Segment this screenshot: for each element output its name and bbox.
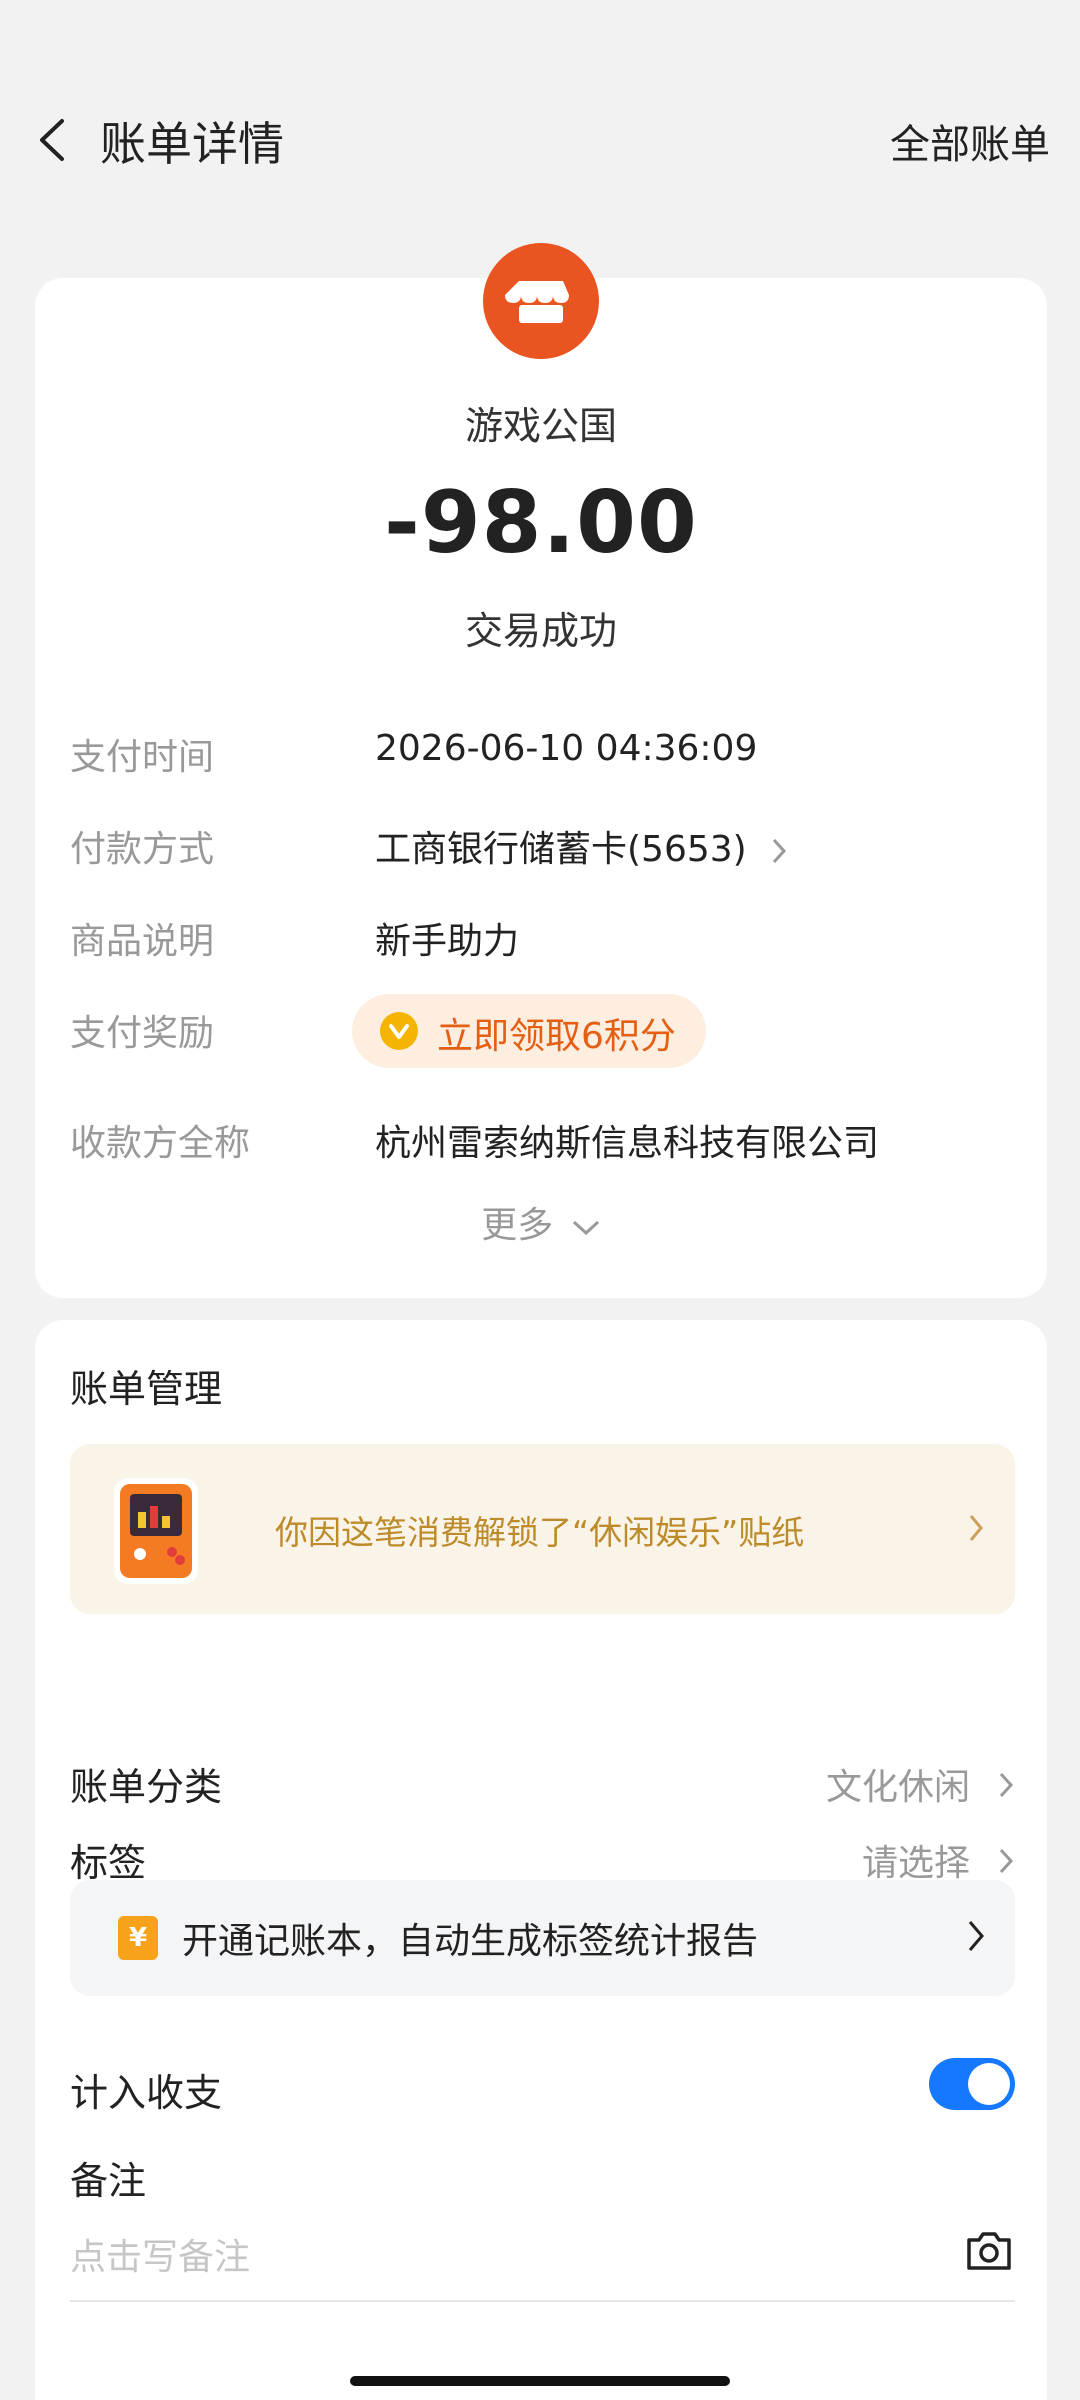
detail-label: 支付奖励 bbox=[70, 1013, 215, 1054]
category-value: 文化休闲 bbox=[825, 1767, 970, 1808]
game-console-sticker-icon bbox=[114, 1478, 198, 1584]
storefront-icon bbox=[483, 243, 599, 359]
detail-label: 商品说明 bbox=[70, 921, 215, 962]
section-title: 账单管理 bbox=[70, 1367, 223, 1411]
detail-row-reward: 支付奖励 立即领取6积分 bbox=[70, 994, 1030, 1068]
detail-value: 2026-06-10 04:36:09 bbox=[375, 728, 758, 769]
detail-label: 支付时间 bbox=[70, 737, 215, 778]
transaction-summary-card: 游戏公国 -98.00 交易成功 支付时间 2026-06-10 04:36:0… bbox=[35, 243, 1047, 1298]
detail-label: 收款方全称 bbox=[70, 1123, 251, 1164]
points-coin-icon bbox=[380, 1012, 418, 1050]
bill-management-card: 账单管理 你因这笔消费解锁了“休闲娱乐”贴纸 账单分类 文化休闲 标签 请选择 bbox=[35, 1320, 1047, 2400]
include-toggle[interactable] bbox=[929, 2058, 1015, 2110]
detail-value: 新手助力 bbox=[375, 921, 520, 962]
tag-label: 标签 bbox=[70, 1841, 147, 1885]
detail-row-product-desc: 商品说明 新手助力 bbox=[70, 912, 1030, 968]
note-input[interactable]: 点击写备注 bbox=[70, 2220, 1015, 2302]
chevron-right-icon bbox=[969, 1515, 983, 1541]
sticker-unlock-banner[interactable]: 你因这笔消费解锁了“休闲娱乐”贴纸 bbox=[70, 1444, 1015, 1614]
include-in-budget-row: 计入收支 bbox=[70, 2058, 1015, 2122]
detail-label: 付款方式 bbox=[70, 829, 215, 870]
claim-points-button[interactable]: 立即领取6积分 bbox=[352, 994, 706, 1068]
chevron-right-icon bbox=[968, 1921, 984, 1951]
detail-value: 杭州雷索纳斯信息科技有限公司 bbox=[375, 1123, 880, 1164]
transaction-status: 交易成功 bbox=[464, 609, 617, 653]
chevron-right-icon bbox=[999, 1848, 1014, 1874]
include-label: 计入收支 bbox=[70, 2071, 223, 2115]
ledger-yen-icon: ¥ bbox=[118, 1916, 158, 1960]
ledger-promo-banner[interactable]: ¥ 开通记账本，自动生成标签统计报告 bbox=[70, 1880, 1015, 1996]
ledger-banner-text: 开通记账本，自动生成标签统计报告 bbox=[182, 1921, 759, 1962]
note-placeholder: 点击写备注 bbox=[70, 2237, 251, 2278]
top-bar: 账单详情 全部账单 bbox=[0, 100, 1080, 180]
all-bills-link[interactable]: 全部账单 bbox=[890, 112, 1050, 170]
camera-icon[interactable] bbox=[963, 2224, 1015, 2276]
back-arrow-icon[interactable] bbox=[30, 115, 80, 165]
claim-points-label: 立即领取6积分 bbox=[437, 1016, 676, 1057]
detail-row-payee: 收款方全称 杭州雷索纳斯信息科技有限公司 bbox=[70, 1114, 1030, 1170]
chevron-right-icon bbox=[773, 838, 787, 864]
home-indicator bbox=[350, 2376, 730, 2386]
merchant-name: 游戏公国 bbox=[464, 404, 617, 448]
category-label: 账单分类 bbox=[70, 1765, 223, 1809]
page-title: 账单详情 bbox=[100, 117, 284, 171]
note-label: 备注 bbox=[70, 2159, 147, 2203]
chevron-down-icon bbox=[572, 1220, 599, 1236]
transaction-amount: -98.00 bbox=[384, 473, 698, 573]
sticker-banner-text: 你因这笔消费解锁了“休闲娱乐”贴纸 bbox=[275, 1513, 805, 1552]
toggle-knob bbox=[968, 2063, 1010, 2105]
more-label: 更多 bbox=[481, 1205, 554, 1246]
detail-row-pay-time: 支付时间 2026-06-10 04:36:09 bbox=[70, 728, 1030, 784]
chevron-right-icon bbox=[999, 1772, 1014, 1798]
tag-value: 请选择 bbox=[861, 1843, 970, 1884]
detail-row-payment-method[interactable]: 付款方式 工商银行储蓄卡(5653) bbox=[70, 820, 1030, 876]
detail-value: 工商银行储蓄卡(5653) bbox=[375, 829, 747, 870]
more-toggle[interactable]: 更多 bbox=[35, 1196, 1047, 1248]
bill-category-row[interactable]: 账单分类 文化休闲 bbox=[70, 1756, 1015, 1816]
